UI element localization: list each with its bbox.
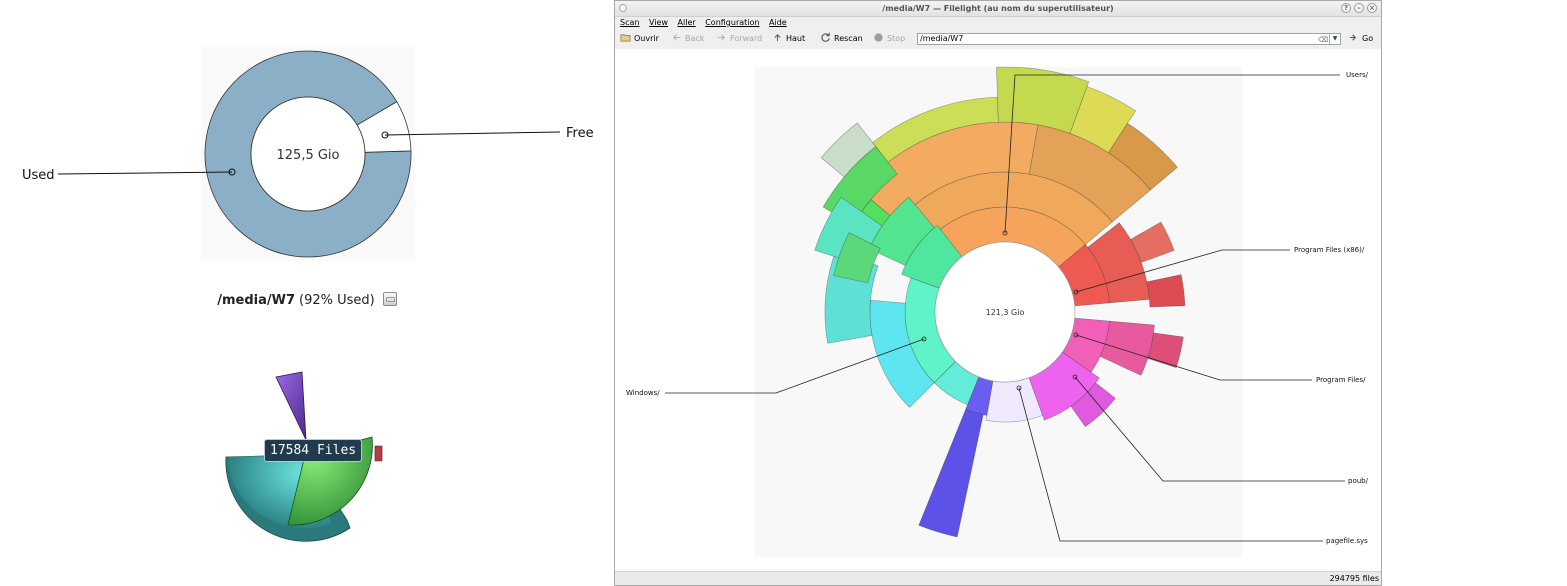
disk-preview-panel: 125,5 Gio Used Free /media/W7 (92% Used)…: [0, 0, 614, 586]
up-button[interactable]: Haut: [772, 29, 805, 49]
mini-map-purple-sector[interactable]: [275, 371, 307, 441]
pf-ring-3-segment[interactable]: [1147, 332, 1184, 369]
back-button[interactable]: Back: [671, 29, 704, 49]
location-value: /media/W7: [920, 34, 964, 43]
menu-aller[interactable]: Aller: [678, 18, 696, 27]
filelight-window: /media/W7 — Filelight (au nom du superut…: [614, 0, 1382, 586]
radial-map[interactable]: 121,3 Gio Users/ Program Files (x86)/ Pr…: [615, 49, 1381, 573]
free-label: Free: [566, 126, 594, 141]
users-label[interactable]: Users/: [1346, 71, 1369, 79]
help-button[interactable]: ?: [1341, 3, 1351, 13]
arrow-up-icon: [774, 33, 781, 42]
menu-aide[interactable]: Aide: [769, 18, 787, 27]
windows-label[interactable]: Windows/: [626, 389, 660, 397]
arrow-left-icon: [672, 34, 681, 41]
poub-label[interactable]: poub/: [1348, 477, 1369, 485]
title-bar[interactable]: /media/W7 — Filelight (au nom du superut…: [615, 1, 1381, 17]
files-tooltip: 17584 Files: [264, 439, 363, 462]
blue-ring-2-segment[interactable]: [918, 408, 984, 538]
refresh-icon: [821, 32, 830, 42]
open-label: Ouvrir: [634, 34, 659, 43]
menu-view[interactable]: View: [649, 18, 668, 27]
mini-map-red-sliver[interactable]: [374, 445, 383, 462]
stop-icon: [874, 33, 883, 42]
menu-scan[interactable]: Scan: [620, 18, 639, 27]
menu-configuration[interactable]: Configuration: [705, 18, 759, 27]
folder-open-icon: [620, 34, 631, 42]
window-title: /media/W7 — Filelight (au nom du superut…: [882, 4, 1114, 13]
donut-center-label: 125,5 Gio: [277, 148, 340, 163]
center-size-label: 121,3 Gio: [986, 308, 1025, 317]
pf86-ring-3b-segment[interactable]: [1146, 274, 1186, 308]
up-label: Haut: [786, 34, 806, 43]
pagefile-label[interactable]: pagefile.sys: [1326, 537, 1368, 545]
clear-location-icon[interactable]: ⌫: [1318, 35, 1328, 45]
go-icon: [1349, 34, 1357, 41]
stop-label: Stop: [887, 34, 906, 43]
go-button[interactable]: Go: [1348, 29, 1373, 49]
program-files-x86-label[interactable]: Program Files (x86)/: [1294, 246, 1365, 254]
used-label: Used: [22, 168, 55, 183]
program-files-label[interactable]: Program Files/: [1316, 376, 1366, 384]
drive-usage: (92% Used): [299, 293, 375, 308]
file-count: 294795 files: [1329, 574, 1379, 583]
location-dropdown-icon[interactable]: ▼: [1329, 34, 1340, 44]
forward-label: Forward: [730, 34, 763, 43]
drive-icon[interactable]: [382, 292, 397, 306]
close-button[interactable]: ×: [1367, 3, 1377, 13]
radial-map-area[interactable]: 121,3 Gio Users/ Program Files (x86)/ Pr…: [615, 49, 1381, 573]
stop-button[interactable]: Stop: [873, 29, 905, 49]
poub-callout-line: [1074, 376, 1345, 482]
go-label: Go: [1362, 34, 1374, 43]
window-menu-icon[interactable]: [619, 4, 627, 12]
status-bar: 294795 files: [615, 571, 1381, 585]
back-label: Back: [685, 34, 705, 43]
location-input[interactable]: /media/W7 ⌫ ▼: [917, 33, 1341, 45]
pf-ring-2-segment[interactable]: [1099, 320, 1155, 376]
rescan-label: Rescan: [834, 34, 863, 43]
pagefile-callout-line: [1018, 387, 1323, 542]
toolbar: Ouvrir Back Forward Haut Rescan Stop /me…: [615, 29, 1381, 50]
drive-summary: /media/W7 (92% Used): [0, 292, 614, 308]
drive-path: /media/W7: [217, 293, 296, 308]
rescan-button[interactable]: Rescan: [820, 29, 863, 49]
minimize-button[interactable]: –: [1354, 3, 1364, 13]
open-button[interactable]: Ouvrir: [620, 29, 659, 49]
forward-button[interactable]: Forward: [716, 29, 762, 49]
arrow-right-icon: [717, 34, 726, 41]
menu-bar: Scan View Aller Configuration Aide: [615, 16, 1381, 29]
